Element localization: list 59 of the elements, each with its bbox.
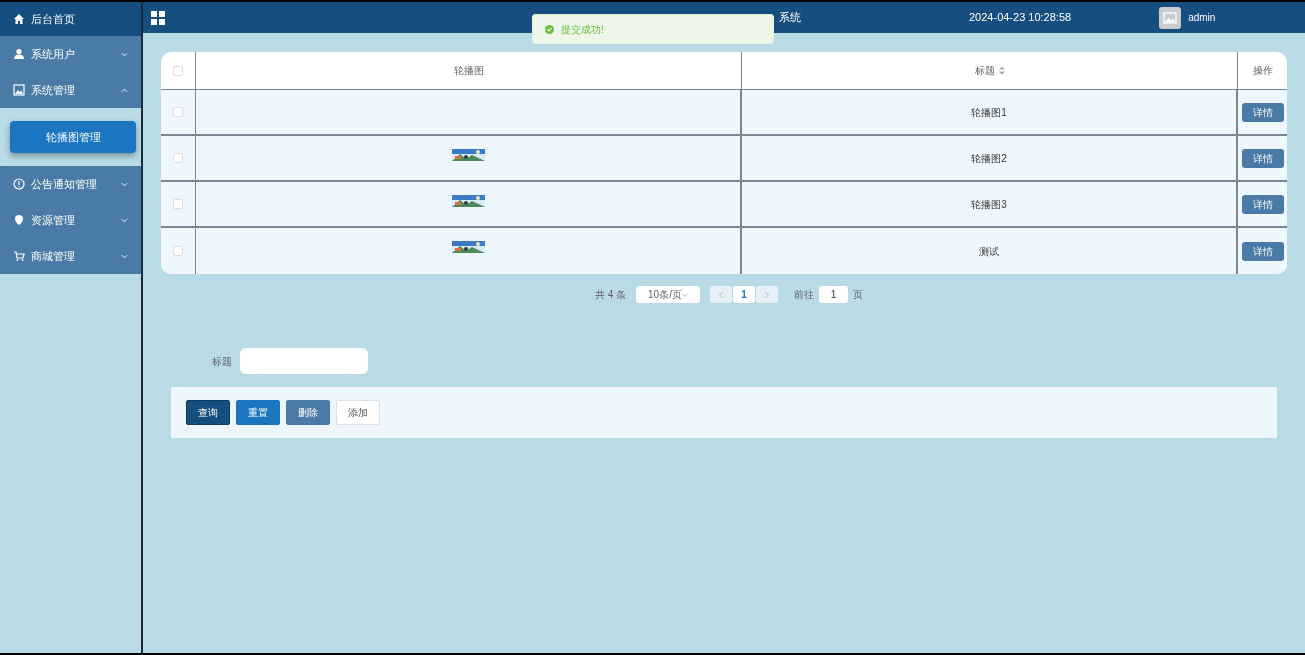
menu-item[interactable]: 商城管理 — [0, 238, 141, 274]
total-count: 共 4 条 — [594, 288, 627, 302]
chevron-down-icon — [682, 292, 689, 297]
menu-item[interactable]: 公告通知管理 — [0, 166, 141, 202]
action-button[interactable]: 查询 — [186, 400, 230, 425]
table-cell-text: 轮播图1 — [971, 105, 1007, 120]
table-cell-text: 轮播图3 — [971, 197, 1007, 212]
page-number[interactable]: 1 — [733, 286, 756, 303]
submenu-item[interactable]: 轮播图管理 — [10, 121, 136, 153]
chevron-down-icon — [121, 253, 128, 259]
chevron-right-icon — [765, 291, 770, 298]
menu-item[interactable]: 资源管理 — [0, 202, 141, 238]
column-header: 轮播图 — [453, 64, 484, 78]
goto-page-field[interactable]: 1 — [819, 286, 849, 303]
title-input-field[interactable] — [240, 348, 368, 374]
chevron-down-icon — [121, 181, 128, 187]
details-button[interactable]: 详情 — [1241, 148, 1284, 168]
details-button[interactable]: 详情 — [1241, 194, 1284, 214]
user-icon — [13, 48, 25, 60]
checkbox[interactable] — [173, 153, 183, 163]
grid-icon[interactable] — [151, 10, 165, 25]
previous-page-button[interactable] — [710, 286, 733, 303]
image-icon — [13, 84, 25, 96]
chevron-up-icon — [121, 87, 128, 93]
avatar-icon[interactable] — [1159, 6, 1182, 29]
chevron-left-icon — [719, 291, 724, 298]
menu-item[interactable]: 后台首页 — [0, 2, 141, 36]
action-button[interactable]: 重置 — [236, 400, 280, 425]
chevron-down-icon — [121, 217, 128, 223]
toast-message: 提交成功! — [561, 22, 604, 37]
cart-icon — [13, 250, 25, 262]
table-cell-text: 轮播图2 — [971, 151, 1007, 166]
checkbox[interactable] — [173, 107, 183, 117]
datetime: 2024-04-23 10:28:58 — [969, 10, 1072, 26]
column-header: 操作 — [1252, 64, 1273, 78]
next-page-button[interactable] — [756, 286, 779, 303]
details-button[interactable]: 详情 — [1241, 102, 1284, 122]
menu-item[interactable]: 系统用户 — [0, 36, 141, 72]
sort-icon[interactable] — [998, 66, 1005, 75]
field-label: 标题 — [212, 354, 232, 369]
username[interactable]: admin — [1188, 10, 1216, 25]
action-button[interactable]: 删除 — [286, 400, 330, 425]
page-suffix: 页 — [853, 288, 864, 302]
goto-label: 前往 — [794, 288, 815, 302]
checkbox[interactable] — [173, 199, 183, 209]
menu-item[interactable]: 系统管理 — [0, 72, 141, 108]
checkbox[interactable] — [173, 246, 183, 256]
app-title: 系统 — [779, 10, 801, 26]
action-button[interactable]: 添加 — [336, 400, 380, 425]
info-icon — [13, 178, 25, 190]
page-size-select[interactable]: 10条/页 — [636, 286, 701, 303]
home-icon — [13, 13, 25, 25]
details-button[interactable]: 详情 — [1241, 241, 1284, 261]
check-circle-icon — [545, 24, 554, 34]
checkbox[interactable] — [173, 65, 183, 76]
column-header[interactable]: 标题 — [974, 63, 995, 78]
pin-icon — [13, 214, 25, 226]
chevron-down-icon — [121, 51, 128, 57]
table-cell-text: 测试 — [979, 244, 999, 259]
